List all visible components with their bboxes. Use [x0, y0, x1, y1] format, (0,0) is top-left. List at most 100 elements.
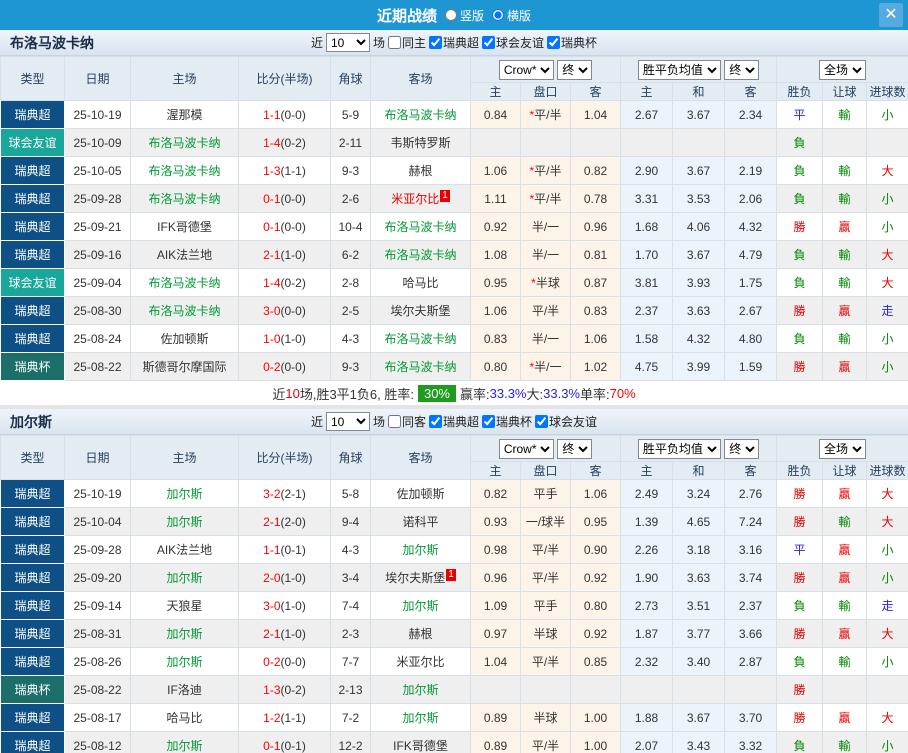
same-venue-checkbox-option[interactable]: 同主	[387, 34, 426, 51]
result-handicap-cell: 輸	[822, 100, 868, 129]
scope-select[interactable]: 全场	[819, 59, 867, 80]
halftime-score: (1-1)	[280, 163, 306, 178]
result-goals-cell: 小	[866, 535, 908, 564]
layout-horizontal-option[interactable]: 横版	[492, 7, 531, 24]
odds-source-select[interactable]: Crow*	[498, 438, 554, 459]
result-handicap-cell: 輸	[822, 591, 868, 620]
odds-handicap-cell: 平/半	[520, 731, 571, 753]
col-header-date: 日期	[64, 56, 131, 101]
odds-home-cell: 0.84	[470, 100, 521, 129]
odds-home-cell: 0.82	[470, 479, 521, 508]
odds-handicap-cell: *半/一	[520, 352, 571, 381]
league-type-cell: 瑞典超	[0, 647, 65, 676]
col-header-odds-home: 主	[470, 461, 521, 480]
red-card-badge: 1	[446, 569, 456, 581]
odds-final-select[interactable]: 终	[557, 59, 593, 80]
halftime-score: (0-1)	[280, 542, 306, 557]
fulltime-score: 0-2	[263, 654, 281, 669]
result-goals-cell: 走	[866, 591, 908, 620]
layout-vertical-radio[interactable]	[444, 9, 457, 21]
comp-checkbox[interactable]	[535, 415, 549, 428]
comp-checkbox[interactable]	[429, 36, 442, 49]
mean-draw-cell: 3.51	[672, 591, 726, 620]
comp-checkbox-option[interactable]: 瑞典杯	[547, 34, 597, 51]
away-team-cell: 米亚尔比 1	[370, 184, 471, 213]
match-count-select[interactable]: 10	[325, 33, 370, 52]
team-bar: 布洛马波卡纳 近 10 场 同主 瑞典超 球会友谊 瑞典杯	[0, 30, 908, 56]
comp-checkbox[interactable]	[429, 415, 442, 428]
summary-segment: 大:	[526, 386, 544, 402]
result-wdl-cell: 勝	[776, 296, 824, 325]
odds-handicap-cell: 半/一	[520, 240, 571, 269]
team-label: 斯德哥尔摩国际	[142, 360, 227, 374]
home-team-cell: 加尔斯	[130, 647, 239, 676]
col-header-result-goals: 进球数	[866, 461, 908, 480]
comp-checkbox[interactable]	[482, 415, 496, 428]
mean-final-select[interactable]: 终	[724, 438, 760, 459]
mean-away-cell	[724, 675, 778, 704]
summary-segment: 33.3%	[543, 385, 580, 401]
league-type-cell: 瑞典超	[0, 479, 65, 508]
odds-handicap-cell: 平手	[520, 591, 571, 620]
result-goals-cell: 大	[866, 507, 908, 536]
mean-draw-cell: 3.18	[672, 535, 726, 564]
date-cell: 25-09-04	[64, 268, 131, 297]
team-label: 加尔斯	[402, 599, 439, 613]
result-wdl-cell: 平	[776, 100, 824, 129]
comp-checkbox-option[interactable]: 球会友谊	[482, 34, 544, 51]
result-handicap-cell: 輸	[822, 156, 868, 185]
same-venue-checkbox-option[interactable]: 同客	[387, 413, 426, 430]
mean-away-cell: 2.87	[724, 647, 778, 676]
team-label: 布洛马波卡纳	[148, 164, 221, 178]
date-cell: 25-08-24	[64, 324, 131, 353]
odds-home-cell: 0.80	[470, 352, 521, 381]
comp-checkbox[interactable]	[482, 36, 496, 49]
league-type-cell: 瑞典超	[0, 184, 65, 213]
mean-away-cell: 3.32	[724, 731, 778, 753]
halftime-score: (1-0)	[280, 331, 306, 346]
result-wdl-cell: 負	[776, 156, 824, 185]
layout-horizontal-radio[interactable]	[492, 9, 504, 21]
date-cell: 25-08-31	[64, 619, 131, 648]
away-team-cell: 布洛马波卡纳	[370, 240, 471, 269]
mean-draw-cell: 4.06	[672, 212, 726, 241]
team-label: 加尔斯	[166, 655, 203, 669]
odds-handicap-cell: 半/一	[520, 212, 571, 241]
result-handicap-cell: 贏	[822, 479, 868, 508]
layout-vertical-option[interactable]: 竖版	[444, 7, 484, 24]
home-team-cell: 加尔斯	[130, 507, 239, 536]
comp-checkbox-option[interactable]: 瑞典超	[429, 34, 479, 51]
mean-type-select[interactable]: 胜平负均值	[637, 59, 721, 80]
mean-home-cell: 1.90	[620, 563, 674, 592]
match-count-select[interactable]: 10	[325, 412, 370, 431]
scope-select[interactable]: 全场	[819, 438, 867, 459]
close-icon[interactable]: ✕	[879, 3, 903, 27]
team-label: 埃尔夫斯堡	[385, 571, 446, 585]
comp-checkbox-option[interactable]: 瑞典超	[429, 413, 479, 430]
odds-final-select[interactable]: 终	[557, 438, 593, 459]
same-venue-checkbox[interactable]	[387, 415, 401, 428]
odds-away-cell: 0.83	[569, 296, 622, 325]
odds-source-select[interactable]: Crow*	[498, 59, 554, 80]
team-section-away: 加尔斯 近 10 场 同客 瑞典超 瑞典杯 球会友谊 类型 日期 主场 比分(半…	[0, 409, 908, 753]
away-team-cell: 埃尔夫斯堡 1	[370, 563, 471, 592]
same-venue-checkbox[interactable]	[387, 36, 401, 49]
score-cell: 3-2(2-1)	[238, 479, 331, 508]
mean-final-select[interactable]: 终	[724, 59, 760, 80]
score-cell: 0-1(0-1)	[238, 731, 331, 753]
mean-type-select[interactable]: 胜平负均值	[637, 438, 721, 459]
away-team-cell: 布洛马波卡纳	[370, 212, 471, 241]
mean-away-cell: 2.19	[724, 156, 778, 185]
mean-draw-cell: 3.67	[672, 156, 726, 185]
comp-checkbox[interactable]	[547, 36, 561, 49]
col-header-mean-away: 客	[724, 82, 778, 101]
odds-home-cell: 1.04	[470, 647, 521, 676]
away-team-cell: 布洛马波卡纳	[370, 352, 471, 381]
score-cell: 3-0(0-0)	[238, 296, 331, 325]
comp-checkbox-option[interactable]: 球会友谊	[535, 413, 597, 430]
match-row: 瑞典超 25-08-31 加尔斯 2-1(1-0) 2-3 赫根 0.97 半球 0.92 1.8…	[0, 619, 908, 648]
comp-checkbox-option[interactable]: 瑞典杯	[482, 413, 532, 430]
mean-draw-cell: 4.65	[672, 507, 726, 536]
col-header-result-wdl: 胜负	[776, 82, 824, 101]
odds-away-cell: 0.95	[569, 507, 622, 536]
